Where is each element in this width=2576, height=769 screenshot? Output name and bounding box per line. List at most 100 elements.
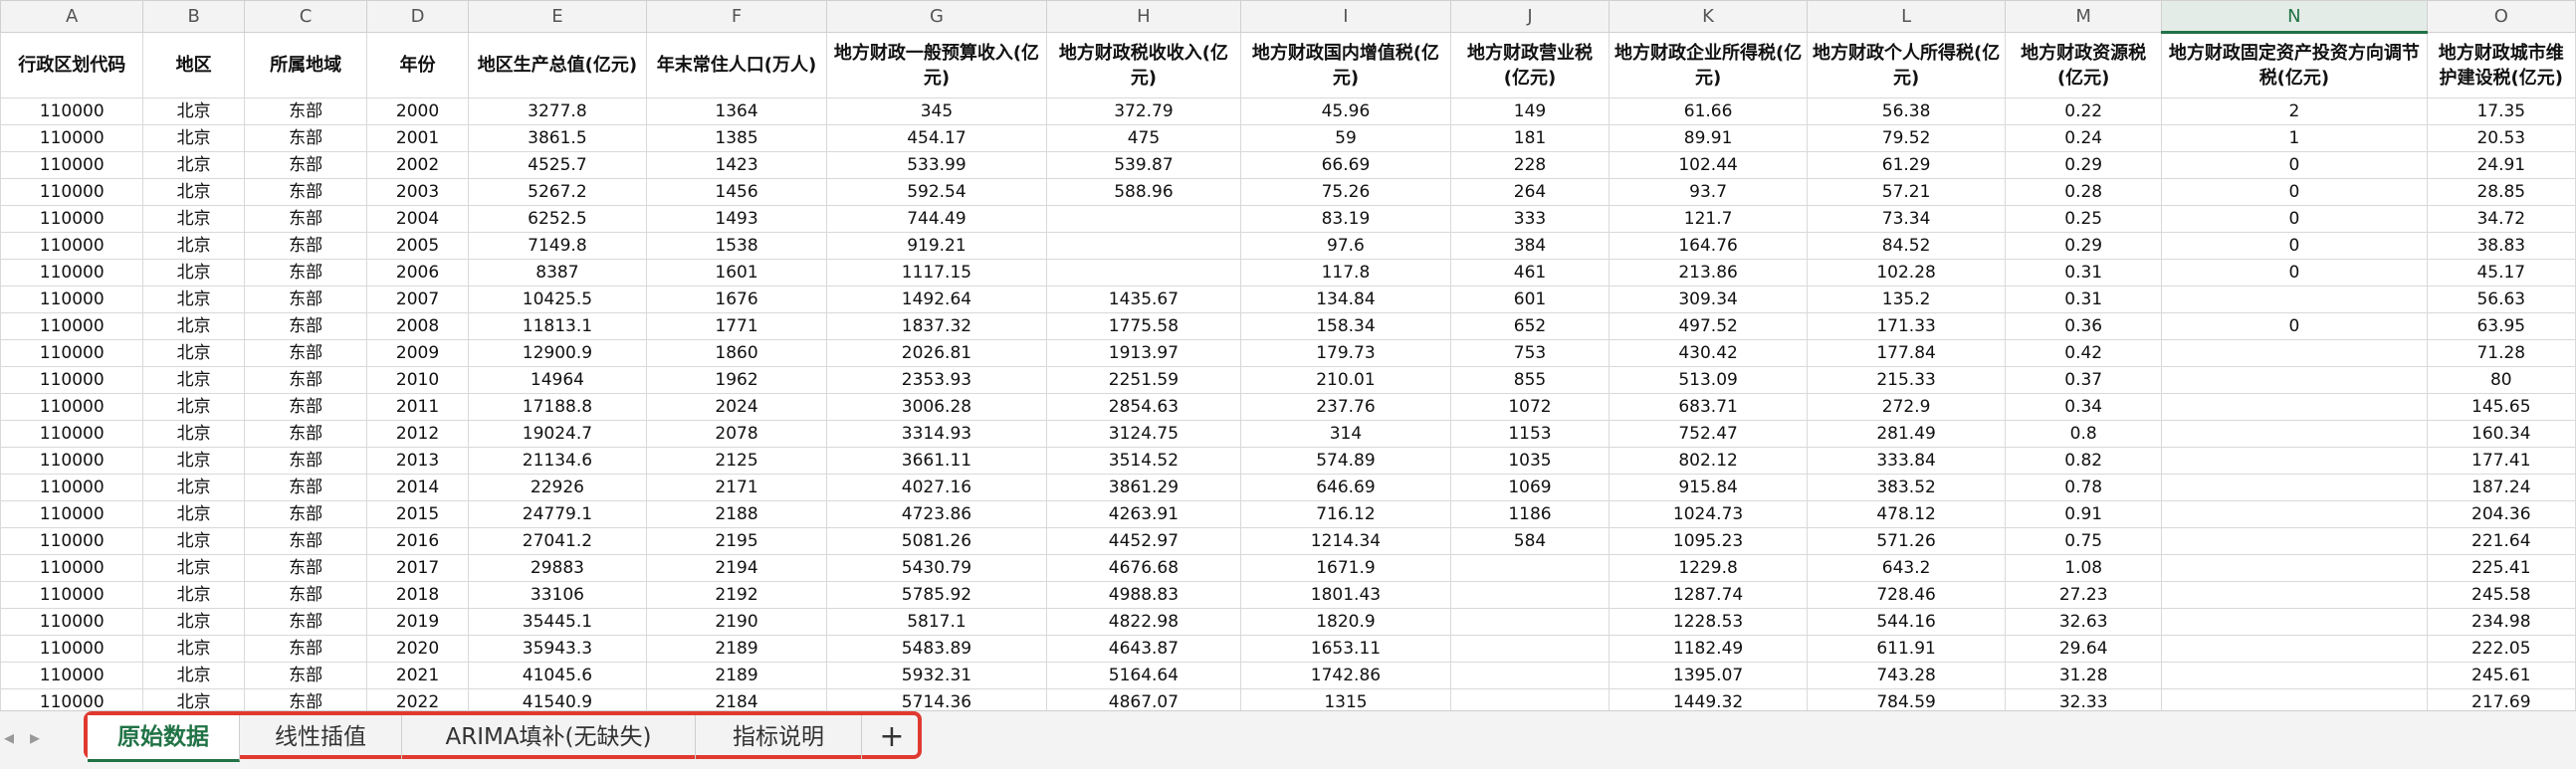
table-cell[interactable]: 1.08 (2005, 554, 2163, 582)
table-cell[interactable]: 83.19 (1239, 205, 1451, 233)
table-cell[interactable]: 181 (1449, 124, 1610, 152)
table-cell[interactable]: 1186 (1449, 500, 1610, 528)
column-header-m[interactable]: M (2005, 0, 2163, 33)
table-cell[interactable]: 177.41 (2426, 447, 2576, 475)
table-cell[interactable]: 34.72 (2426, 205, 2576, 233)
table-cell[interactable] (1449, 554, 1610, 582)
table-cell[interactable]: 71.28 (2426, 339, 2576, 367)
table-cell[interactable]: 4027.16 (826, 474, 1047, 501)
table-cell[interactable]: 135.2 (1807, 286, 2007, 313)
table-cell[interactable]: 东部 (243, 581, 368, 609)
field-header-cell[interactable]: 年末常住人口(万人) (646, 32, 827, 98)
table-cell[interactable]: 北京 (142, 97, 245, 125)
table-cell[interactable]: 东部 (243, 366, 368, 394)
table-cell[interactable]: 1072 (1449, 393, 1610, 421)
table-cell[interactable] (2161, 635, 2428, 663)
table-cell[interactable] (1045, 205, 1241, 233)
column-header-d[interactable]: D (366, 0, 469, 33)
table-cell[interactable] (1449, 581, 1610, 609)
table-cell[interactable]: 475 (1045, 124, 1241, 152)
table-cell[interactable]: 东部 (243, 97, 368, 125)
table-cell[interactable]: 4263.91 (1045, 500, 1241, 528)
field-header-cell[interactable]: 地方财政固定资产投资方向调节税(亿元) (2161, 32, 2428, 98)
table-cell[interactable]: 41540.9 (467, 688, 648, 710)
table-cell[interactable]: 4452.97 (1045, 527, 1241, 555)
field-header-cell[interactable]: 地方财政营业税(亿元) (1449, 32, 1610, 98)
table-cell[interactable]: 2000 (366, 97, 469, 125)
table-cell[interactable]: 31.28 (2005, 662, 2163, 689)
table-cell[interactable]: 110000 (0, 554, 144, 582)
table-cell[interactable]: 27.23 (2005, 581, 2163, 609)
table-cell[interactable]: 66.69 (1239, 151, 1451, 179)
table-cell[interactable]: 东部 (243, 286, 368, 313)
table-cell[interactable]: 45.17 (2426, 259, 2576, 287)
table-cell[interactable]: 2189 (646, 635, 827, 663)
table-cell[interactable]: 2195 (646, 527, 827, 555)
table-cell[interactable]: 2013 (366, 447, 469, 475)
table-cell[interactable]: 102.44 (1609, 151, 1809, 179)
table-cell[interactable]: 652 (1449, 312, 1610, 340)
field-header-cell[interactable]: 地方财政企业所得税(亿元) (1609, 32, 1809, 98)
field-header-cell[interactable]: 地方财政税收收入(亿元) (1045, 32, 1241, 98)
table-cell[interactable]: 1671.9 (1239, 554, 1451, 582)
table-cell[interactable]: 4676.68 (1045, 554, 1241, 582)
table-cell[interactable]: 1228.53 (1609, 608, 1809, 636)
table-cell[interactable]: 0 (2161, 151, 2428, 179)
table-cell[interactable]: 0 (2161, 178, 2428, 206)
nav-prev-icon[interactable]: ◂ (4, 725, 14, 749)
table-cell[interactable]: 北京 (142, 312, 245, 340)
table-cell[interactable]: 北京 (142, 420, 245, 448)
table-cell[interactable]: 744.49 (826, 205, 1047, 233)
tab-original-data[interactable]: 原始数据 (88, 715, 240, 762)
table-cell[interactable]: 2003 (366, 178, 469, 206)
field-header-cell[interactable]: 所属地域 (243, 32, 368, 98)
table-cell[interactable]: 北京 (142, 474, 245, 501)
table-cell[interactable]: 1 (2161, 124, 2428, 152)
table-cell[interactable]: 北京 (142, 581, 245, 609)
table-cell[interactable] (1045, 232, 1241, 260)
table-cell[interactable]: 东部 (243, 662, 368, 689)
table-cell[interactable]: 110000 (0, 205, 144, 233)
table-cell[interactable]: 1117.15 (826, 259, 1047, 287)
table-cell[interactable]: 2002 (366, 151, 469, 179)
table-cell[interactable]: 0 (2161, 312, 2428, 340)
table-cell[interactable]: 2192 (646, 581, 827, 609)
table-cell[interactable]: 383.52 (1807, 474, 2007, 501)
column-header-e[interactable]: E (467, 0, 648, 33)
column-header-l[interactable]: L (1807, 0, 2007, 33)
table-cell[interactable]: 454.17 (826, 124, 1047, 152)
table-cell[interactable]: 2171 (646, 474, 827, 501)
table-cell[interactable]: 1860 (646, 339, 827, 367)
table-cell[interactable]: 5430.79 (826, 554, 1047, 582)
table-cell[interactable]: 245.61 (2426, 662, 2576, 689)
table-cell[interactable]: 35445.1 (467, 608, 648, 636)
table-cell[interactable]: 57.21 (1807, 178, 2007, 206)
table-cell[interactable]: 27041.2 (467, 527, 648, 555)
table-cell[interactable]: 643.2 (1807, 554, 2007, 582)
table-cell[interactable]: 4525.7 (467, 151, 648, 179)
table-cell[interactable]: 1456 (646, 178, 827, 206)
table-cell[interactable]: 333 (1449, 205, 1610, 233)
table-cell[interactable] (2161, 688, 2428, 710)
table-cell[interactable]: 32.33 (2005, 688, 2163, 710)
table-cell[interactable]: 314 (1239, 420, 1451, 448)
tab-linear-interpolation[interactable]: 线性插值 (240, 715, 402, 759)
table-cell[interactable]: 2006 (366, 259, 469, 287)
table-cell[interactable]: 0 (2161, 232, 2428, 260)
table-cell[interactable]: 110000 (0, 178, 144, 206)
table-cell[interactable]: 东部 (243, 688, 368, 710)
tab-arima-fill[interactable]: ARIMA填补(无缺失) (402, 715, 696, 759)
table-cell[interactable]: 110000 (0, 635, 144, 663)
table-cell[interactable]: 29883 (467, 554, 648, 582)
table-cell[interactable]: 97.6 (1239, 232, 1451, 260)
table-cell[interactable]: 北京 (142, 527, 245, 555)
table-cell[interactable]: 245.58 (2426, 581, 2576, 609)
table-cell[interactable]: 东部 (243, 447, 368, 475)
table-cell[interactable]: 2022 (366, 688, 469, 710)
table-cell[interactable]: 345 (826, 97, 1047, 125)
table-cell[interactable]: 1069 (1449, 474, 1610, 501)
table-cell[interactable]: 1229.8 (1609, 554, 1809, 582)
table-cell[interactable]: 东部 (243, 178, 368, 206)
table-cell[interactable]: 4988.83 (1045, 581, 1241, 609)
table-cell[interactable]: 2005 (366, 232, 469, 260)
